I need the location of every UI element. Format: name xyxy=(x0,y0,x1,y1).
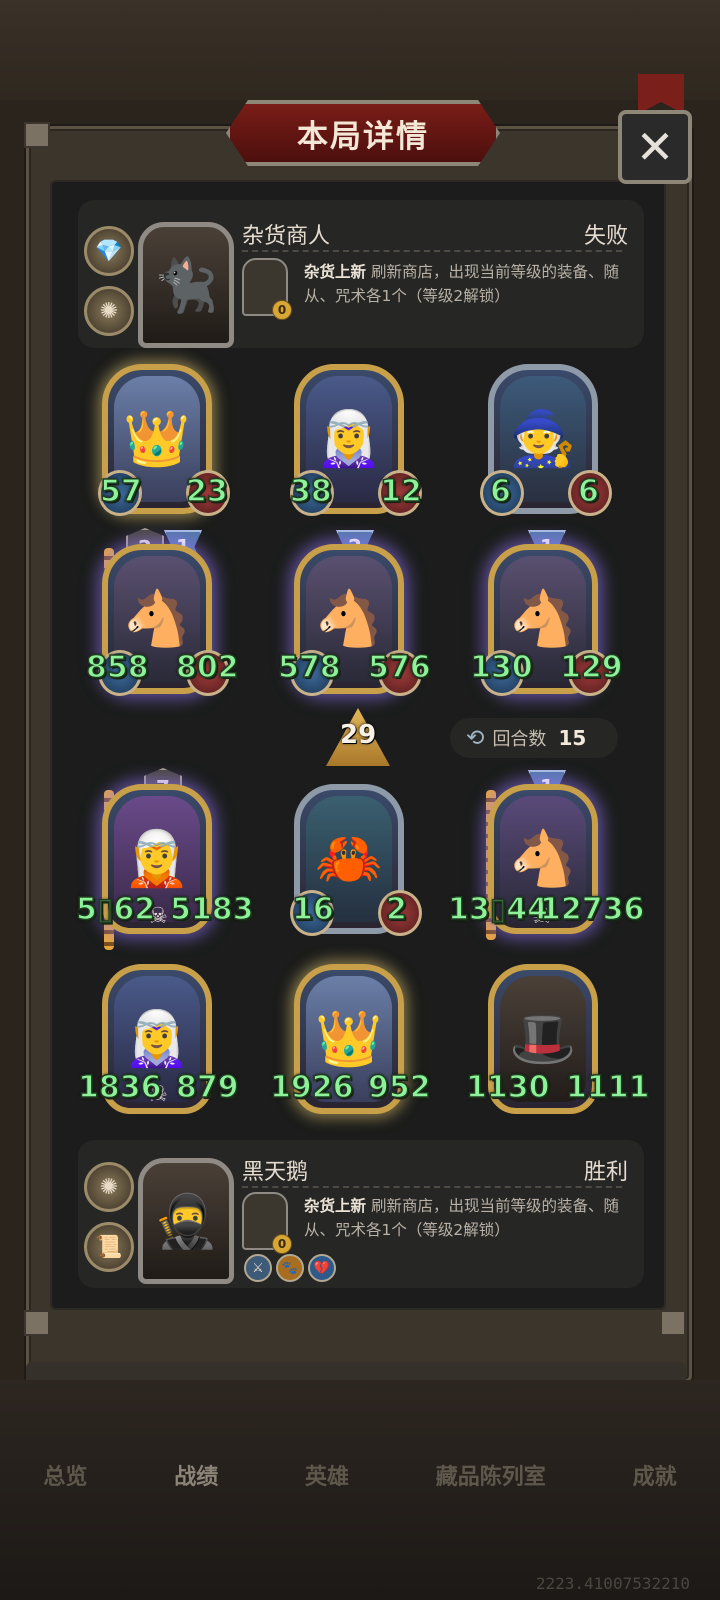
attack-value: 1130 xyxy=(465,1069,550,1106)
black-swan-hero-icon: 🥷 xyxy=(153,1191,219,1252)
health-value: 952 xyxy=(367,1069,431,1106)
beast-badge-icon[interactable]: 🐾 xyxy=(276,1254,304,1282)
pennant-decoration xyxy=(638,74,684,114)
attack-value: 38 xyxy=(289,473,332,510)
health-value: 12 xyxy=(379,473,422,510)
divider xyxy=(242,250,622,252)
attack-value: 13▯44 xyxy=(447,891,549,928)
health-value: 6 xyxy=(577,473,599,510)
skill-description: 杂货上新 刷新商店，出现当前等级的装备、随从、咒术各1个（等级2解锁） xyxy=(304,1194,624,1242)
rune-icon[interactable]: ✺ xyxy=(84,286,134,336)
health-value: 2 xyxy=(385,891,407,928)
round-arrow-value: 29 xyxy=(340,720,377,750)
round-value: 15 xyxy=(558,726,587,750)
divider xyxy=(242,1186,622,1188)
frame-corner xyxy=(24,1310,50,1336)
background-top xyxy=(0,0,720,100)
round-label: 回合数 xyxy=(492,729,547,750)
health-value: 129 xyxy=(559,649,623,686)
nav-overview[interactable]: 总览 xyxy=(43,1459,87,1491)
health-value: 802 xyxy=(175,649,239,686)
skill-name: 杂货上新 xyxy=(304,1197,367,1215)
nav-achievements[interactable]: 成就 xyxy=(633,1459,677,1491)
player-portrait[interactable]: 🥷 xyxy=(138,1158,234,1284)
attack-value: 57 xyxy=(99,473,142,510)
skill-description: 杂货上新 刷新商店，出现当前等级的装备、随从、咒术各1个（等级2解锁） xyxy=(304,260,624,308)
cycle-icon: ⟲ xyxy=(466,725,485,751)
shop-skill-icon[interactable]: 0 xyxy=(242,258,292,320)
attack-value: 6 xyxy=(489,473,511,510)
attack-value: 578 xyxy=(277,649,341,686)
attack-value: 1926 xyxy=(269,1069,354,1106)
broken-heart-badge-icon[interactable]: 💔 xyxy=(308,1254,336,1282)
build-id: 2223.41007532210 xyxy=(535,1574,690,1593)
close-button[interactable]: ✕ xyxy=(618,110,692,184)
frame-corner xyxy=(24,122,50,148)
attack-value: 1836 xyxy=(77,1069,162,1106)
dialog-title: 本局详情 xyxy=(297,118,429,155)
opponent-result: 失败 xyxy=(583,224,628,249)
shop-skill-icon[interactable]: 0 xyxy=(242,1192,292,1254)
health-value: 23 xyxy=(185,473,228,510)
player-result: 胜利 xyxy=(583,1160,628,1185)
opponent-name: 杂货商人 xyxy=(242,224,331,249)
health-value: 12736 xyxy=(539,891,645,928)
health-value: 879 xyxy=(175,1069,239,1106)
nav-collection[interactable]: 藏品陈列室 xyxy=(436,1459,546,1491)
health-value: 5183 xyxy=(169,891,254,928)
health-value: 1111 xyxy=(565,1069,650,1106)
crystal-icon[interactable]: 💎 xyxy=(84,226,134,276)
opponent-panel: 💎 ✺ 🐈‍⬛ 杂货商人 失败 0 杂货上新 刷新商店，出现当前等级的装备、随从… xyxy=(78,200,644,348)
frame-corner xyxy=(660,1310,686,1336)
skill-cost: 0 xyxy=(272,300,292,320)
round-counter: ⟲ 回合数 15 xyxy=(450,718,618,758)
attack-value: 130 xyxy=(469,649,533,686)
health-value: 576 xyxy=(367,649,431,686)
scroll-icon[interactable]: 📜 xyxy=(84,1222,134,1272)
attack-value: 5▯62 xyxy=(75,891,156,928)
skill-cost: 0 xyxy=(272,1234,292,1254)
player-panel: ✺ 📜 🥷 黑天鹅 胜利 0 杂货上新 刷新商店，出现当前等级的装备、随从、咒术… xyxy=(78,1140,644,1288)
sword-badge-icon[interactable]: ⚔ xyxy=(244,1254,272,1282)
nav-records[interactable]: 战绩 xyxy=(174,1459,218,1491)
attack-value: 858 xyxy=(85,649,149,686)
opponent-portrait[interactable]: 🐈‍⬛ xyxy=(138,222,234,348)
cat-merchant-icon: 🐈‍⬛ xyxy=(153,255,219,316)
close-icon: ✕ xyxy=(635,120,675,174)
skill-name: 杂货上新 xyxy=(304,263,367,281)
title-banner: 本局详情 xyxy=(226,100,500,166)
nav-heroes[interactable]: 英雄 xyxy=(305,1459,349,1491)
attack-value: 16 xyxy=(291,891,334,928)
rune-icon[interactable]: ✺ xyxy=(84,1162,134,1212)
player-name: 黑天鹅 xyxy=(242,1160,309,1185)
bottom-nav: 总览 战绩 英雄 藏品陈列室 成就 xyxy=(0,1440,720,1510)
